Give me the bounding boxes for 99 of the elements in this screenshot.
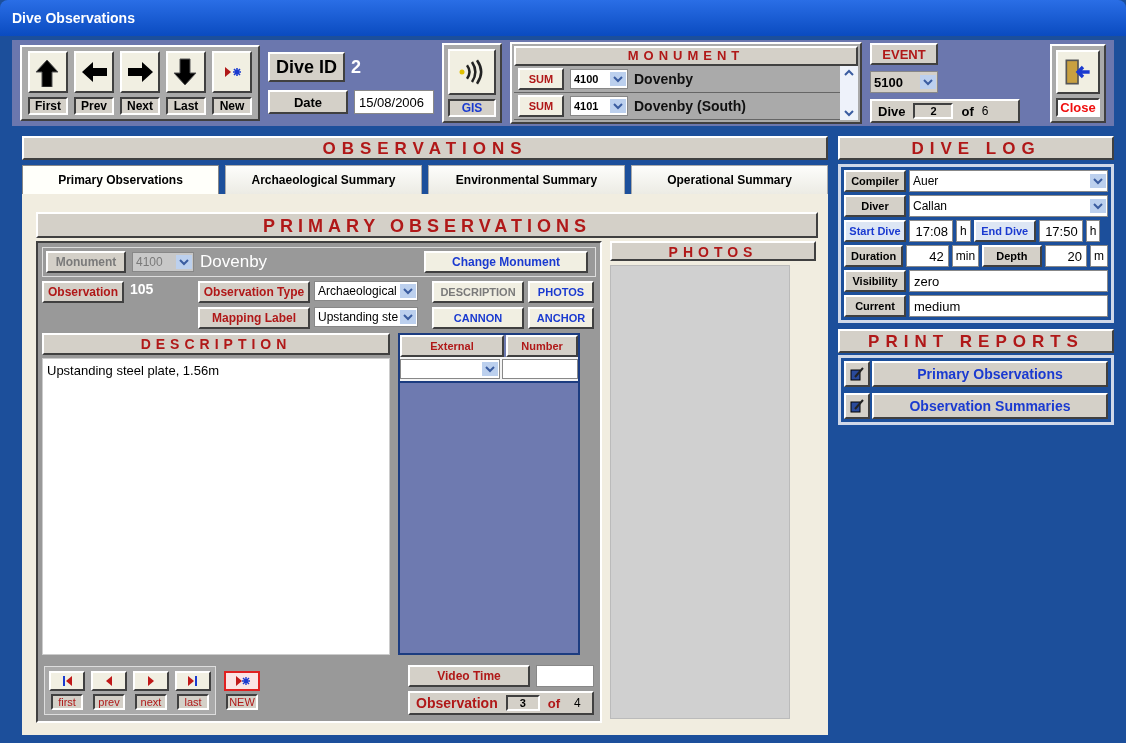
record-nav-label: first [51, 693, 83, 710]
gis-label: GIS [448, 99, 496, 117]
record-nav-label: NEW [226, 693, 258, 710]
log-field[interactable]: 17:50 [1038, 220, 1083, 242]
nav-label: Prev [74, 97, 114, 115]
print-report-button[interactable]: Primary Observations [872, 361, 1108, 387]
log-label: Visibility [844, 270, 906, 292]
log-label: Diver [844, 195, 906, 217]
dive-id-label: Dive ID [268, 52, 346, 82]
log-label: Start Dive [844, 220, 906, 242]
counter-of: of [547, 695, 560, 711]
action-button[interactable]: CANNON [432, 307, 524, 329]
scroll-down-icon[interactable] [842, 108, 856, 118]
nav-label: Last [166, 97, 206, 115]
primary-observations-header: PRIMARY OBSERVATIONS [36, 212, 818, 238]
nav-label: First [28, 97, 68, 115]
log-label: Duration [844, 245, 904, 267]
column-header: External [400, 335, 504, 357]
counter-of: of [961, 103, 974, 119]
action-button[interactable]: ANCHOR [528, 307, 594, 329]
counter-field[interactable]: 2 [913, 103, 954, 119]
last-arrow-button[interactable] [166, 51, 206, 93]
dive-log-header: DIVE LOG [838, 136, 1114, 160]
first-arrow-button[interactable] [28, 51, 68, 93]
photos-header: PHOTOS [610, 241, 816, 261]
description-header: DESCRIPTION [42, 333, 390, 355]
log-label: Depth [982, 245, 1042, 267]
video-time-label: Video Time [408, 665, 530, 687]
close-button[interactable] [1056, 49, 1100, 94]
notepad-pencil-icon [849, 398, 865, 414]
scroll-up-icon[interactable] [842, 68, 856, 78]
counter-total: 6 [981, 104, 989, 118]
window-title: Dive Observations [12, 10, 135, 26]
log-field[interactable]: medium [909, 295, 1108, 317]
description-text[interactable]: Upstanding steel plate, 1.56m [42, 358, 390, 655]
column-header: Number [506, 335, 578, 357]
log-label: Current [844, 295, 906, 317]
observation-number: 105 [130, 281, 154, 297]
field-label: Mapping Label [198, 307, 310, 329]
monument-name: Dovenby (South) [634, 98, 746, 114]
observations-header: OBSERVATIONS [22, 136, 828, 160]
monument-code-dropdown[interactable]: 4101 [570, 96, 628, 116]
event-dropdown[interactable]: 5100 [870, 71, 938, 93]
monument-name: Dovenby [200, 252, 269, 272]
counter-total: 4 [574, 696, 581, 710]
dropdown-field[interactable]: Upstanding ste [314, 307, 418, 327]
field-label: Observation Type [198, 281, 310, 303]
unit-label: h [956, 220, 971, 242]
sum-button[interactable]: SUM [518, 68, 564, 90]
tab[interactable]: Environmental Summary [428, 165, 625, 194]
nav-label: New [212, 97, 252, 115]
scrollbar[interactable] [840, 66, 858, 120]
report-icon-button[interactable] [844, 361, 870, 387]
date-label: Date [268, 90, 348, 114]
print-reports-header: PRINT REPORTS [838, 329, 1114, 353]
new-arrow-button[interactable] [212, 51, 252, 93]
event-label: EVENT [870, 43, 938, 65]
log-label: End Dive [973, 220, 1036, 242]
tab[interactable]: Primary Observations [22, 165, 219, 194]
change-monument-button[interactable]: Change Monument [424, 251, 588, 273]
gis-button[interactable] [448, 49, 496, 95]
record-nav-label: prev [93, 693, 125, 710]
counter-label: Observation [416, 695, 498, 711]
counter-field[interactable]: 3 [505, 695, 540, 711]
dropdown-field[interactable]: Archaeological [314, 281, 418, 301]
log-dropdown[interactable]: Callan [909, 195, 1108, 217]
notepad-pencil-icon [849, 366, 865, 382]
log-dropdown[interactable]: Auer [909, 170, 1108, 192]
log-field[interactable]: zero [909, 270, 1108, 292]
record-nav-label: next [135, 693, 167, 710]
monument-code-dropdown[interactable]: 4100 [570, 69, 628, 89]
date-field[interactable]: 15/08/2006 [354, 90, 434, 114]
counter-label: Dive [878, 103, 906, 119]
log-field[interactable]: 42 [906, 245, 949, 267]
number-field[interactable] [502, 359, 578, 379]
report-icon-button[interactable] [844, 393, 870, 419]
print-report-button[interactable]: Observation Summaries [872, 393, 1108, 419]
monument-header: MONUMENT [514, 46, 858, 66]
unit-label: h [1085, 220, 1101, 242]
nav-label: Next [120, 97, 160, 115]
tab[interactable]: Operational Summary [631, 165, 828, 194]
external-dropdown[interactable] [400, 359, 500, 379]
unit-label: m [1090, 245, 1108, 267]
observation-label: Observation [42, 281, 124, 303]
log-label: Compiler [844, 170, 906, 192]
close-label: Close [1056, 97, 1100, 117]
video-time-field[interactable] [536, 665, 594, 687]
action-button[interactable]: PHOTOS [528, 281, 594, 303]
sum-button[interactable]: SUM [518, 95, 564, 117]
next-arrow-button[interactable] [120, 51, 160, 93]
dive-id-value: 2 [351, 56, 362, 78]
unit-label: min [951, 245, 980, 267]
record-nav-label: last [177, 693, 209, 710]
log-field[interactable]: 20 [1044, 245, 1087, 267]
prev-arrow-button[interactable] [74, 51, 114, 93]
tab[interactable]: Archaeological Summary [225, 165, 422, 194]
record-nav-button[interactable] [224, 670, 260, 691]
log-field[interactable]: 17:08 [909, 220, 953, 242]
monument-name: Dovenby [634, 71, 694, 87]
